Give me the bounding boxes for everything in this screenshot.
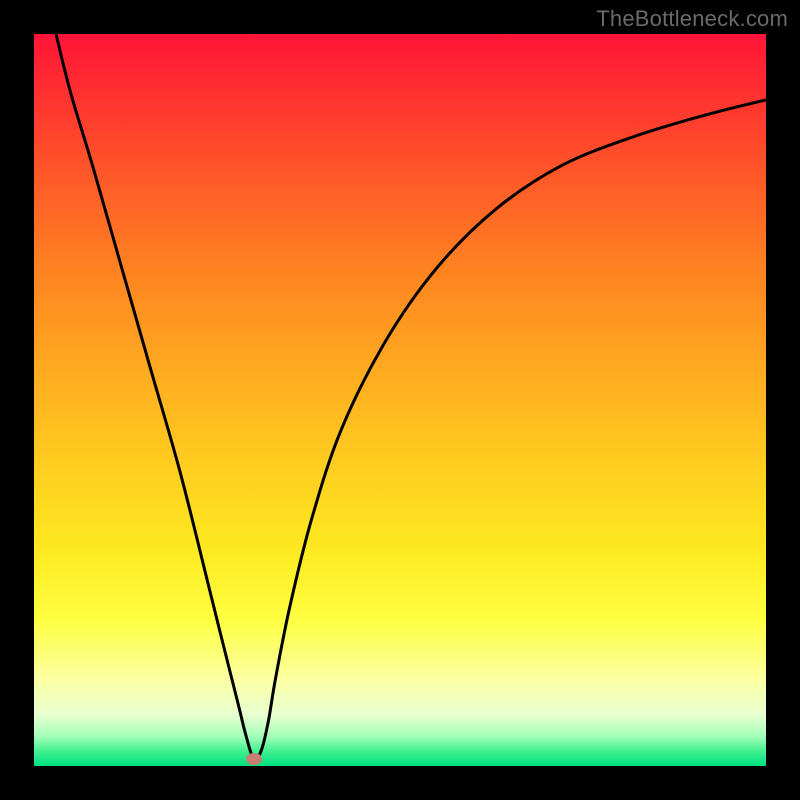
chart-plot-area <box>34 34 766 766</box>
chart-frame: TheBottleneck.com <box>0 0 800 800</box>
bottleneck-curve <box>56 34 766 759</box>
optimum-marker <box>246 753 262 765</box>
curve-layer <box>34 34 766 766</box>
watermark-text: TheBottleneck.com <box>596 6 788 32</box>
